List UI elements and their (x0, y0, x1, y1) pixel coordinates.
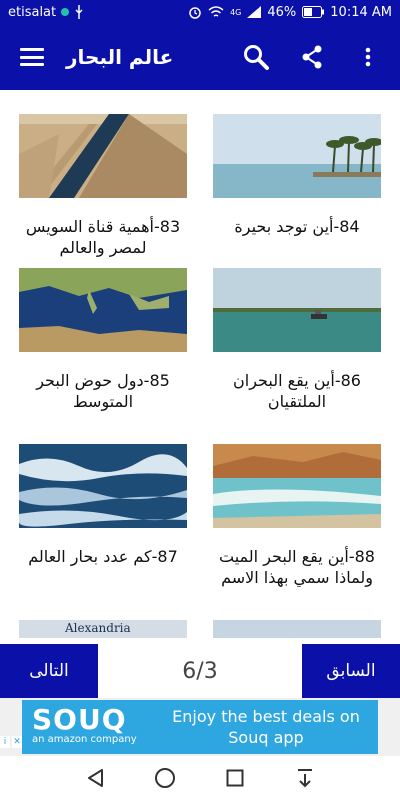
article-card-87[interactable]: 87-كم عدد بحار العالم (19, 444, 187, 567)
pagination-bar: التالى 6/3 السابق (0, 644, 400, 698)
next-button[interactable]: التالى (0, 644, 98, 698)
article-card-90[interactable] (213, 620, 381, 638)
recents-icon[interactable] (223, 766, 247, 790)
network-type-label: 4G (230, 7, 242, 17)
ad-info-icon[interactable]: i (0, 736, 10, 748)
article-card-83[interactable]: 83-أهمية قناة السويس لمصر والعالم (19, 114, 187, 258)
notification-dot-icon (61, 8, 70, 16)
app-bar: عالم البحار (0, 24, 400, 90)
battery-icon (302, 6, 325, 18)
article-card-88[interactable]: 88-أين يقع البحر الميت ولماذا سمي بهذا ا… (213, 444, 381, 588)
article-title: 84-أين توجد بحيرة (234, 217, 360, 236)
search-icon[interactable] (242, 43, 270, 71)
ad-close-icon[interactable]: ✕ (12, 736, 22, 748)
system-nav-bar (0, 756, 400, 800)
carrier-label: etisalat (8, 4, 57, 20)
suez-canal-thumbnail (19, 114, 187, 198)
article-grid: 83-أهمية قناة السويس لمصر والعالم 84-أين… (0, 90, 400, 638)
more-vert-icon[interactable] (354, 43, 382, 71)
sea-boat-thumbnail (213, 268, 381, 352)
alarm-icon (189, 7, 201, 19)
article-title: 85-دول حوض البحر المتوسط (36, 371, 170, 411)
article-card-86[interactable]: 86-أين يقع البحران الملتقيان (213, 268, 381, 412)
mediterranean-map-thumbnail (19, 268, 187, 352)
clock-label: 10:14 AM (330, 4, 392, 20)
article-title: 83-أهمية قناة السويس لمصر والعالم (25, 217, 181, 257)
alexandria-thumbnail: Alexandria (19, 620, 187, 638)
usb-icon (75, 5, 83, 19)
share-icon[interactable] (298, 43, 326, 71)
back-icon[interactable] (83, 766, 107, 790)
wifi-icon (208, 6, 224, 17)
article-title: 86-أين يقع البحران الملتقيان (233, 371, 361, 411)
article-title: 88-أين يقع البحر الميت ولماذا سمي بهذا ا… (219, 547, 375, 587)
dead-sea-thumbnail (213, 444, 381, 528)
ad-banner[interactable]: i ✕ SOUQ an amazon company Enjoy the bes… (0, 698, 400, 756)
souq-logo: SOUQ an amazon company (32, 703, 137, 746)
article-card-89[interactable]: Alexandria (19, 620, 187, 638)
alexandria-sign-text: Alexandria (65, 621, 131, 635)
article-card-84[interactable]: 84-أين توجد بحيرة (213, 114, 381, 237)
hamburger-menu-icon[interactable] (20, 48, 44, 66)
article-card-85[interactable]: 85-دول حوض البحر المتوسط (19, 268, 187, 412)
previous-button[interactable]: السابق (302, 644, 400, 698)
signal-icon (247, 6, 262, 18)
lake-thumbnail (213, 114, 381, 198)
home-icon[interactable] (153, 766, 177, 790)
notification-pulldown-icon[interactable] (293, 766, 317, 790)
page-indicator: 6/3 (182, 658, 218, 684)
souq-ad[interactable]: SOUQ an amazon company Enjoy the best de… (22, 700, 378, 754)
sky-thumbnail (213, 620, 381, 638)
ad-text: Enjoy the best deals on Souq app (172, 707, 360, 747)
app-title: عالم البحار (66, 45, 174, 69)
battery-percent-label: 46% (267, 4, 297, 20)
stormy-sea-thumbnail (19, 444, 187, 528)
status-bar: etisalat 4G 46% 10:14 AM (0, 0, 400, 24)
article-title: 87-كم عدد بحار العالم (28, 547, 178, 566)
